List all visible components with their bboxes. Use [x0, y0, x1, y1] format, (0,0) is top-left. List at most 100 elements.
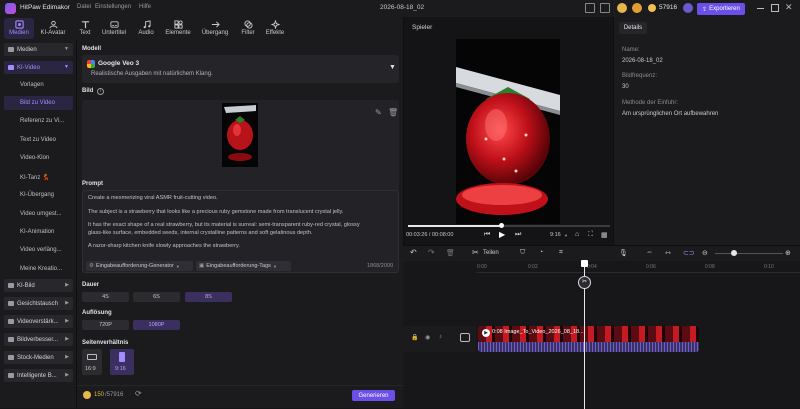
- sidebar-bildverbesserer[interactable]: Bildverbesser... ▶: [4, 333, 73, 346]
- sidebar-item-video-umgestalten[interactable]: Video umgest...: [4, 207, 73, 221]
- tab-ki-avatar[interactable]: KI-Avatar: [38, 18, 68, 39]
- duration-8s[interactable]: 8S: [185, 292, 232, 302]
- chevron-right-icon: ▶: [65, 336, 69, 342]
- export-button[interactable]: ⇪ Exportieren: [697, 3, 745, 15]
- tab-effekte[interactable]: Effekte: [260, 18, 290, 39]
- timeline-ruler[interactable]: 0:00 0:02 0:04 0:06 0:08 0:10: [476, 261, 800, 273]
- tab-elemente[interactable]: Elemente: [163, 18, 193, 39]
- user-avatar[interactable]: [683, 3, 693, 13]
- sidebar-gesichtstausch[interactable]: Gesichtstausch ▶: [4, 297, 73, 310]
- next-frame-icon[interactable]: ⏭: [515, 231, 521, 239]
- tab-details[interactable]: Details: [619, 22, 647, 34]
- playhead-handle[interactable]: [581, 260, 588, 267]
- duration-4s[interactable]: 4S: [82, 292, 129, 302]
- tab-medien-label: Medien: [9, 30, 29, 36]
- zoom-slider[interactable]: [715, 250, 783, 256]
- sidebar-item-video-klon[interactable]: Video-Klon: [4, 151, 73, 165]
- close-icon[interactable]: ✕: [785, 2, 793, 13]
- zoom-handle[interactable]: [731, 250, 737, 256]
- sidebar-medien[interactable]: Medien ▼: [4, 43, 73, 56]
- sidebar-item-meine-kreationen[interactable]: Meine Kreatio...: [4, 262, 73, 276]
- sidebar-item-bild-zu-video[interactable]: Bild zu Video: [4, 96, 73, 110]
- sidebar-item-video-verlaengern[interactable]: Video verläng...: [4, 243, 73, 257]
- tab-elemente-label: Elemente: [165, 30, 191, 36]
- resolution-1080p[interactable]: 1080P: [133, 320, 180, 330]
- undo-icon[interactable]: ↶: [410, 248, 417, 257]
- generate-button[interactable]: Generieren: [352, 390, 395, 401]
- folder-icon: [8, 47, 14, 52]
- duration-6s[interactable]: 6S: [133, 292, 180, 302]
- magnet-icon[interactable]: ⊂⊃: [683, 249, 695, 257]
- sidebar-item-referenz-zu-video[interactable]: Referenz zu Vi...: [4, 114, 73, 128]
- tab-audio[interactable]: Audio: [131, 18, 161, 39]
- link-icon[interactable]: ⇔: [646, 249, 653, 256]
- menu-einstellungen[interactable]: Einstellungen: [95, 4, 131, 10]
- lock-icon[interactable]: 🔒: [411, 334, 418, 341]
- prev-frame-icon[interactable]: ⏮: [484, 231, 490, 239]
- tab-medien[interactable]: Medien: [4, 18, 34, 39]
- refresh-icon[interactable]: ⟳: [135, 389, 142, 398]
- menu-hilfe[interactable]: Hilfe: [139, 4, 151, 10]
- tab-untertitel[interactable]: Untertitel: [99, 18, 129, 39]
- sidebar-item-ki-tanz[interactable]: KI-Tanz 💃: [4, 170, 73, 184]
- tab-uebergang[interactable]: Übergang: [200, 18, 230, 39]
- delete-icon[interactable]: 🗑: [446, 249, 455, 257]
- progress-handle[interactable]: [498, 223, 504, 228]
- tab-filter[interactable]: Filter: [233, 18, 263, 39]
- snapshot-icon[interactable]: ⌂: [575, 231, 579, 238]
- prompt-textarea[interactable]: Create a mesmerizing viral ASMR fruit-cu…: [82, 190, 399, 273]
- save-icon[interactable]: [585, 3, 595, 13]
- volume-icon[interactable]: ♪: [439, 334, 442, 340]
- sidebar-stock-medien[interactable]: Stock-Medien ▶: [4, 351, 73, 364]
- play-icon[interactable]: ▶: [499, 230, 505, 239]
- shield-icon[interactable]: ⛉: [520, 249, 525, 257]
- subtitle-icon: [109, 21, 119, 28]
- tab-text[interactable]: Text: [70, 18, 100, 39]
- sidebar-intelligente-b[interactable]: Intelligente B... ▶: [4, 369, 73, 382]
- gift-icon[interactable]: [632, 3, 642, 13]
- aspect-16-9[interactable]: 16:9: [82, 349, 102, 375]
- ruler-tick: 0:04: [587, 264, 597, 270]
- mic-icon[interactable]: 🎙: [619, 249, 628, 257]
- crop-icon[interactable]: ⌗: [559, 249, 563, 257]
- sidebar-item-vorlagen[interactable]: Vorlagen: [4, 78, 73, 92]
- maximize-icon[interactable]: [771, 4, 779, 12]
- delete-icon[interactable]: 🗑: [388, 108, 398, 117]
- window-icon[interactable]: [600, 3, 610, 13]
- info-icon[interactable]: i: [97, 88, 104, 95]
- sidebar-item-text-zu-video[interactable]: Text zu Video: [4, 133, 73, 147]
- menu-datei[interactable]: Datei: [77, 4, 91, 10]
- tab-text-label: Text: [79, 30, 91, 36]
- prompt-tags-button[interactable]: ▣ Eingabeaufforderung-Tags ▼: [196, 261, 291, 271]
- prompt-line: Create a mesmerizing viral ASMR fruit-cu…: [88, 195, 218, 201]
- scissors-icon[interactable]: ✂: [472, 248, 479, 257]
- split-marker-icon[interactable]: ✂: [578, 276, 591, 289]
- prompt-generator-button[interactable]: ⚙ Eingabeaufforderung-Generator ▼: [86, 261, 193, 271]
- model-selector[interactable]: Google Veo 3 Realistische Ausgaben mit n…: [82, 55, 399, 83]
- name-value: 2026-08-18_02: [622, 58, 663, 64]
- zoom-out-icon[interactable]: ⊖: [702, 249, 708, 257]
- redo-icon[interactable]: ↷: [428, 248, 435, 257]
- eye-icon[interactable]: ◉: [425, 334, 430, 341]
- fullscreen-icon[interactable]: ⛶: [588, 231, 593, 239]
- sidebar-item-ki-uebergang[interactable]: KI-Übergang: [4, 188, 73, 202]
- grid-icon[interactable]: ▦: [601, 231, 608, 239]
- edit-icon[interactable]: ✎: [375, 108, 382, 117]
- sidebar-ki-video[interactable]: KI-Video ▼: [4, 61, 73, 74]
- video-clip[interactable]: ▶ 0:08 Image_To_Video_2026_08_18...: [478, 326, 699, 352]
- resolution-720p[interactable]: 720P: [82, 320, 129, 330]
- playhead[interactable]: ✂: [578, 260, 591, 409]
- aspect-ratio-select[interactable]: 9:16: [550, 232, 561, 238]
- aspect-9-16[interactable]: 9:16: [110, 349, 134, 375]
- zoom-in-icon[interactable]: ⊕: [785, 249, 791, 257]
- fit-icon[interactable]: ⇿: [665, 249, 671, 257]
- sidebar-videoverstaerker[interactable]: Videoverstärk... ▶: [4, 315, 73, 328]
- split-button[interactable]: Teilen: [483, 250, 499, 256]
- speed-icon[interactable]: ◔: [539, 249, 543, 256]
- sidebar-item-ki-animation[interactable]: KI-Animation: [4, 225, 73, 239]
- playback-progress[interactable]: [408, 223, 610, 228]
- sidebar-ki-bild[interactable]: KI-Bild ▶: [4, 279, 73, 292]
- video-frame[interactable]: [456, 39, 560, 224]
- media-icon: [14, 20, 24, 29]
- minimize-icon[interactable]: [757, 8, 764, 9]
